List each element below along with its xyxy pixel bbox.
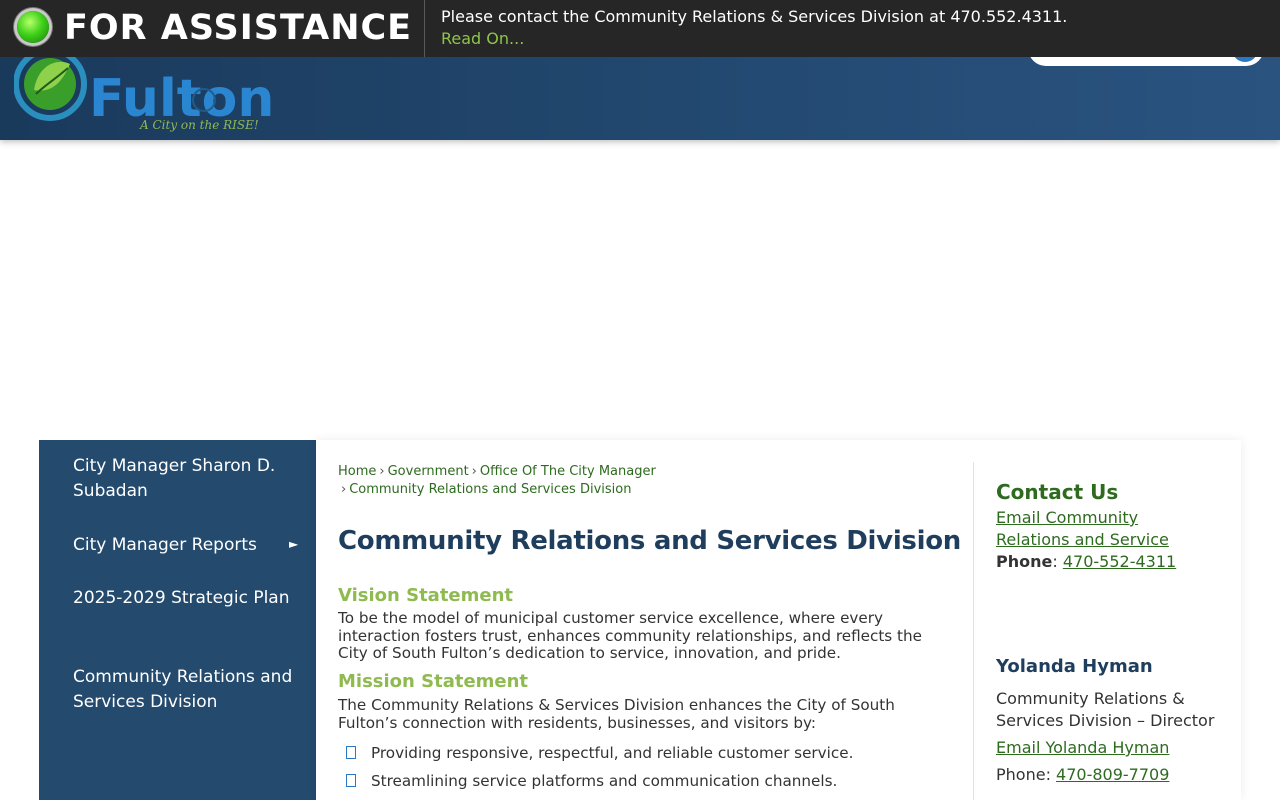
bullet-text: Streamlining service platforms and commu…	[371, 772, 838, 790]
contact-heading: Contact Us	[996, 480, 1119, 504]
contact-email-block: Email Community Relations and Service	[996, 507, 1216, 551]
person-phone-label: Phone:	[996, 765, 1051, 784]
alert-read-on-link[interactable]: Read On...	[441, 29, 524, 48]
bullet-icon	[346, 746, 356, 759]
main-content: Home › Government › Office Of The City Manag…	[316, 440, 1241, 800]
sidebar-item-community-relations[interactable]: Community Relations and Services Divisio…	[73, 665, 293, 715]
sidebar-nav: City Manager Sharon D. Subadan City Mana…	[39, 440, 316, 800]
contact-email-link[interactable]: Email Community Relations and Service	[996, 508, 1169, 549]
sidebar-item-city-manager-reports[interactable]: City Manager Reports	[73, 533, 293, 558]
logo-tagline: A City on the RISE!	[139, 118, 259, 132]
breadcrumb-separator: ›	[379, 464, 385, 479]
mission-heading: Mission Statement	[338, 671, 529, 692]
breadcrumb-separator: ›	[341, 482, 347, 497]
breadcrumb-home[interactable]: Home	[338, 464, 376, 479]
rail-divider	[973, 462, 974, 800]
bullet-text: Providing responsive, respectful, and re…	[371, 744, 854, 762]
breadcrumb-government[interactable]: Government	[388, 464, 469, 479]
vision-text: To be the model of municipal customer se…	[338, 609, 922, 662]
sidebar-item-city-manager[interactable]: City Manager Sharon D. Subadan	[73, 454, 293, 504]
sidebar-item-strategic-plan[interactable]: 2025-2029 Strategic Plan	[73, 586, 293, 611]
page-title: Community Relations and Services Divisio…	[338, 526, 961, 556]
person-email-link[interactable]: Email Yolanda Hyman	[996, 738, 1169, 757]
person-email-row: Email Yolanda Hyman	[996, 737, 1216, 759]
contact-phone-label: Phone	[996, 552, 1053, 571]
status-light-icon	[17, 11, 49, 43]
person-phone-row: Phone: 470-809-7709	[996, 764, 1216, 786]
person-title: Community Relations & Services Division …	[996, 689, 1215, 730]
alert-bar: FOR ASSISTANCE Please contact the Commun…	[0, 0, 1280, 57]
alert-divider	[424, 0, 425, 57]
submenu-arrow-icon[interactable]: ►	[289, 537, 298, 551]
person-phone-link[interactable]: 470-809-7709	[1056, 765, 1169, 784]
bullet-icon	[346, 774, 356, 787]
breadcrumb: Home › Government › Office Of The City Manag…	[338, 463, 668, 499]
breadcrumb-current[interactable]: Community Relations and Services Divisio…	[349, 482, 631, 497]
alert-message: Please contact the Community Relations &…	[441, 7, 1068, 26]
list-item: Streamlining service platforms and commu…	[346, 772, 837, 790]
vision-heading: Vision Statement	[338, 585, 514, 606]
breadcrumb-city-manager[interactable]: Office Of The City Manager	[480, 464, 656, 479]
mission-text: The Community Relations & Services Divis…	[338, 696, 895, 732]
list-item: Providing responsive, respectful, and re…	[346, 744, 853, 762]
person-name: Yolanda Hyman	[996, 656, 1153, 677]
alert-title: FOR ASSISTANCE	[64, 8, 413, 48]
contact-phone-link[interactable]: 470-552-4311	[1063, 552, 1176, 571]
breadcrumb-separator: ›	[471, 464, 477, 479]
contact-phone-row: Phone: 470-552-4311	[996, 552, 1177, 571]
